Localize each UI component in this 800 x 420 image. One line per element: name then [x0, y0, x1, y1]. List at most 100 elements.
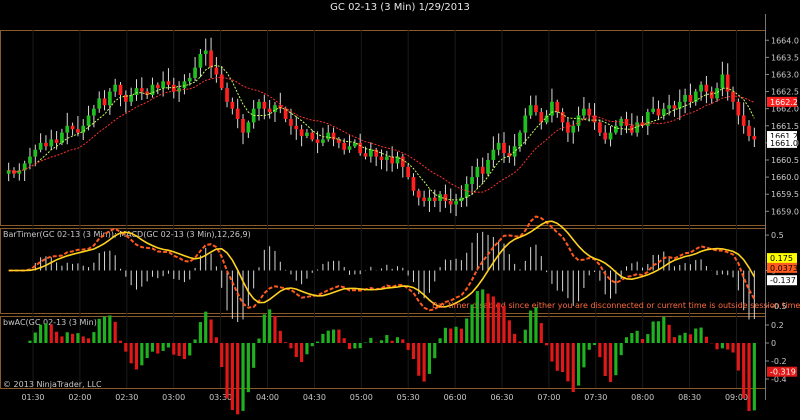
candle-body — [38, 142, 43, 150]
x-tick-label: 04:30 — [303, 393, 326, 402]
candle-body — [214, 67, 219, 75]
candle-body — [491, 149, 496, 160]
candle-body — [262, 101, 267, 109]
candle-body — [576, 115, 581, 126]
badge-text: -0.319 — [770, 368, 796, 377]
y-tick-label: 1660.5 — [771, 156, 799, 165]
candle-body — [672, 105, 677, 109]
last-price-badge: 1661.0 — [767, 137, 798, 148]
x-tick-label: 01:30 — [21, 393, 44, 402]
candle-body — [448, 201, 453, 205]
copyright-note: © 2013 NinjaTrader, LLC — [3, 380, 102, 389]
candle-body — [161, 81, 165, 89]
candle-body — [92, 108, 96, 116]
y-tick-label: 1661.5 — [771, 122, 799, 131]
badge-text: 1662.2 — [770, 98, 798, 107]
candle-body — [454, 201, 458, 205]
candle-body — [395, 156, 400, 164]
x-tick-label: 03:30 — [209, 393, 232, 402]
candle-body — [566, 122, 570, 133]
x-tick-label: 07:00 — [537, 393, 560, 402]
candle-body — [305, 132, 309, 137]
candle-body — [267, 108, 272, 113]
y-tick-label: 1663.5 — [771, 53, 799, 62]
candle-body — [470, 177, 474, 184]
candle-body — [49, 139, 54, 147]
candle-body — [193, 67, 197, 78]
candle-body — [496, 142, 501, 150]
candle-body — [155, 84, 160, 89]
bwac-value-badge: -0.319 — [767, 366, 797, 377]
candle-body — [139, 88, 144, 92]
macd-title: BarTimer(GC 02-13 (3 Min)); MACD(GC 02-1… — [3, 230, 251, 239]
candle-body — [342, 142, 347, 150]
candle-body — [608, 132, 613, 140]
candle-body — [28, 156, 32, 164]
candle-body — [709, 91, 714, 99]
y-tick-label: 1663.0 — [771, 70, 799, 79]
candle-body — [528, 105, 533, 116]
candle-body — [198, 53, 203, 68]
badge-text: 1661.0 — [770, 139, 798, 148]
candle-body — [225, 88, 229, 102]
candle-body — [688, 95, 693, 102]
y-tick-label: 1660.0 — [771, 173, 799, 182]
x-tick-label: 06:30 — [490, 393, 513, 402]
candle-body — [70, 125, 75, 130]
x-tick-label: 06:00 — [444, 393, 467, 402]
x-tick-label: 04:00 — [256, 393, 279, 402]
macd-value-badge: -0.137 — [767, 275, 797, 286]
x-tick-label: 05:00 — [350, 393, 373, 402]
candle-body — [166, 81, 171, 85]
candle-body — [358, 142, 363, 154]
candle-body — [603, 132, 608, 140]
candle-body — [656, 108, 661, 116]
last-price-badge: 1662.2 — [767, 96, 798, 107]
candle-body — [134, 88, 139, 95]
candle-body — [475, 166, 480, 178]
candle-body — [107, 91, 112, 106]
candle-body — [432, 197, 437, 202]
candle-body — [587, 108, 592, 116]
macd-value-badge: 0.175 — [767, 253, 797, 264]
candle-body — [736, 101, 741, 116]
candle-body — [310, 132, 315, 140]
candle-body — [683, 95, 687, 102]
x-tick-label: 07:30 — [584, 393, 607, 402]
candle-body — [33, 149, 38, 157]
candle-body — [65, 125, 70, 133]
y-tick-label: -0.2 — [771, 357, 787, 366]
candle-body — [182, 81, 187, 89]
y-tick-label: 1662.5 — [771, 88, 799, 97]
candle-body — [661, 108, 666, 116]
badge-text: 0.0373 — [770, 264, 798, 273]
candle-body — [246, 122, 251, 133]
candle-body — [209, 50, 213, 68]
trading-chart[interactable]: 01:30 02:00 02:30 03:00 03:30 04:00 04:30 05:00… — [0, 0, 800, 420]
candle-body — [171, 84, 176, 92]
candle-body — [752, 136, 757, 140]
candle-body — [203, 50, 208, 54]
candle-body — [102, 98, 107, 106]
candle-body — [406, 166, 410, 178]
candle-body — [416, 190, 421, 198]
candle-body — [747, 125, 751, 137]
candle-body — [518, 132, 522, 147]
candle-body — [582, 108, 586, 116]
x-tick-label: 02:30 — [115, 393, 138, 402]
candle-body — [368, 149, 373, 157]
candle-body — [741, 115, 746, 126]
y-tick-label: 0.2 — [771, 321, 784, 330]
candle-body — [512, 146, 517, 157]
candle-body — [725, 74, 730, 92]
candle-body — [86, 115, 91, 126]
candle-body — [667, 105, 671, 109]
candle-body — [480, 166, 485, 174]
candle-body — [699, 84, 703, 92]
candle-body — [400, 156, 405, 167]
candle-body — [44, 142, 48, 147]
candle-body — [624, 118, 629, 126]
candle-body — [331, 132, 336, 140]
candle-body — [438, 194, 442, 202]
candle-body — [113, 84, 118, 92]
